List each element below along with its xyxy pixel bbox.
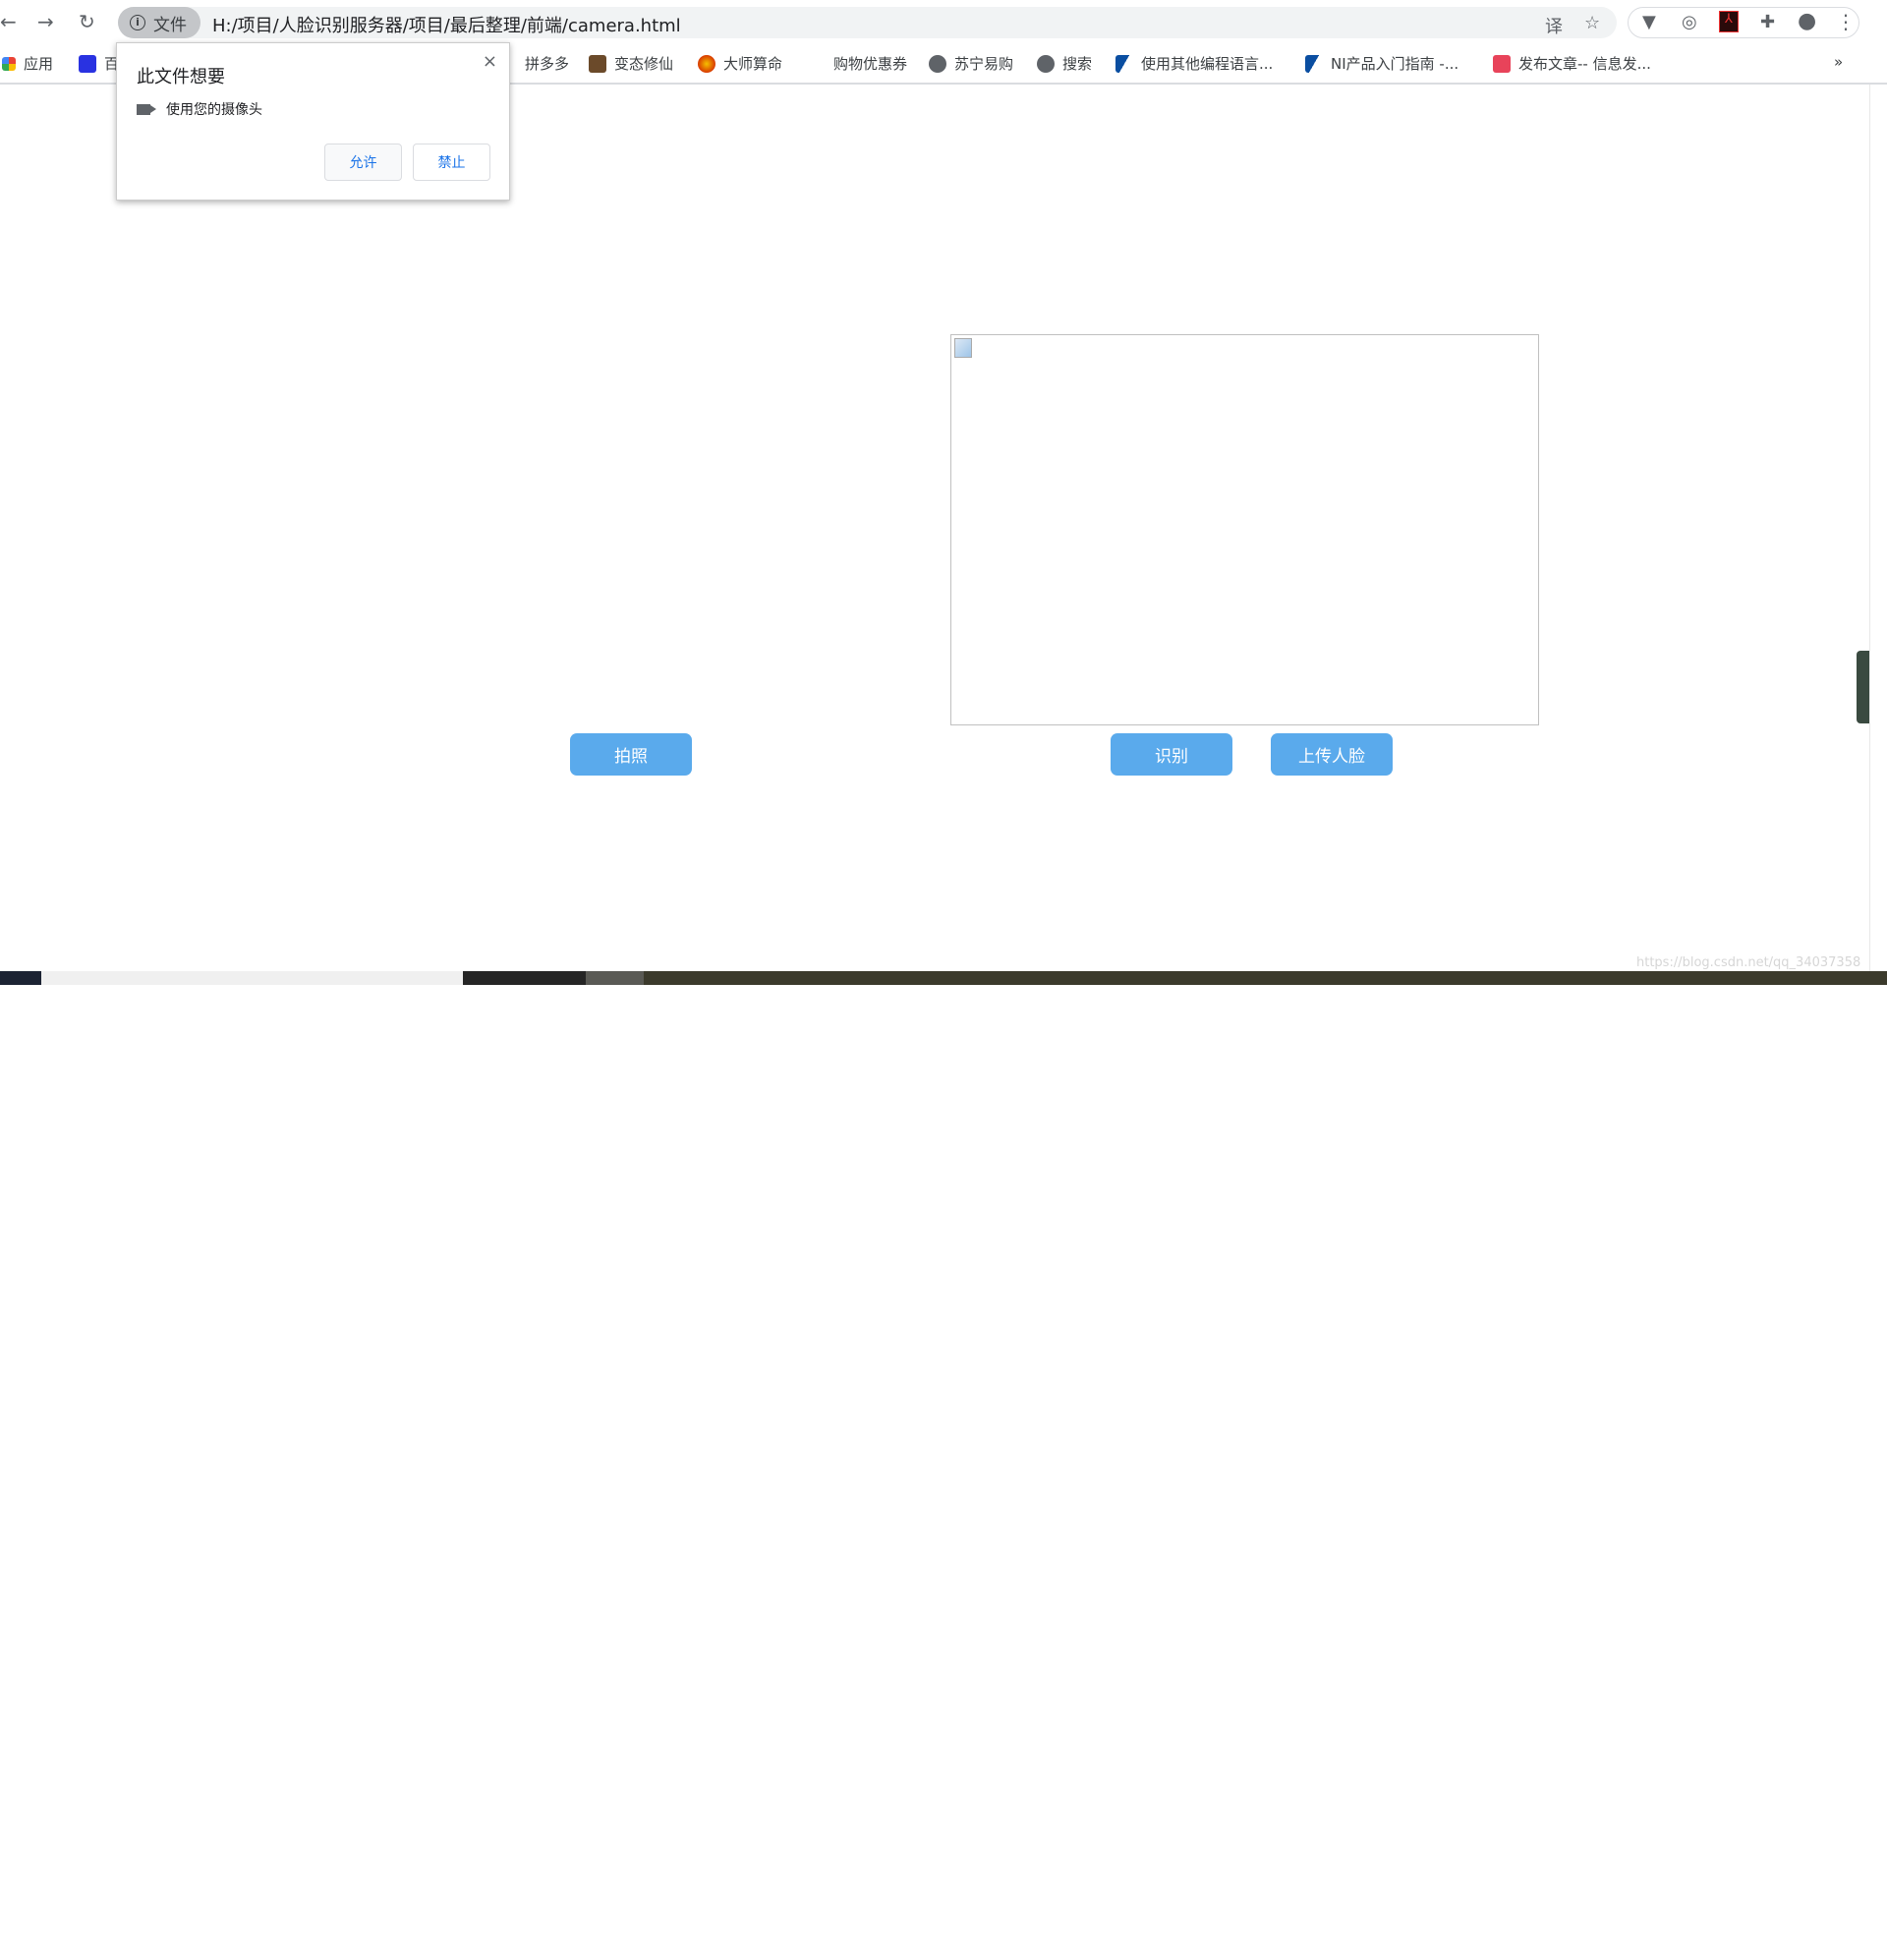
bookmark-fortune[interactable]: 大师算命 — [698, 53, 782, 74]
csdn-icon — [1493, 54, 1511, 73]
recognize-button[interactable]: 识别 — [1111, 733, 1232, 776]
taskbar-clock: 17:25 — [1738, 1946, 1772, 1960]
popup-title: 此文件想要 — [137, 67, 225, 87]
bookmark-ni-2[interactable]: NI产品入门指南 -... — [1305, 53, 1458, 74]
bookmark-suning[interactable]: 苏宁易购 — [929, 53, 1013, 74]
side-panel-handle[interactable] — [1857, 651, 1869, 723]
vue-devtools-icon[interactable]: ▼ — [1642, 12, 1656, 32]
allow-button[interactable]: 允许 — [324, 144, 402, 181]
permission-item: 使用您的摄像头 — [137, 99, 262, 119]
address-bar[interactable]: i 文件 H:/项目/人脸识别服务器/项目/最后整理/前端/camera.htm… — [118, 7, 1617, 38]
watermark: https://blog.csdn.net/qq_34037358 — [1636, 955, 1861, 970]
back-icon[interactable]: ← — [0, 10, 17, 33]
url-text[interactable]: H:/项目/人脸识别服务器/项目/最后整理/前端/camera.html — [212, 12, 681, 37]
puzzle-icon[interactable]: ✚ — [1760, 12, 1775, 32]
star-icon[interactable]: ☆ — [1584, 13, 1600, 33]
ni-logo-icon — [1305, 54, 1323, 73]
profile-icon[interactable]: ● — [1798, 9, 1816, 33]
extensions-area: ▼ ◎ ⅄ ✚ ● — [1628, 7, 1859, 38]
captured-image — [950, 334, 1539, 725]
camera-permission-popup: 此文件想要 × 使用您的摄像头 允许 禁止 — [116, 42, 510, 201]
forward-icon[interactable]: → — [37, 10, 54, 33]
ni-logo-icon — [1115, 54, 1133, 73]
capture-button[interactable]: 拍照 — [570, 733, 692, 776]
block-button[interactable]: 禁止 — [413, 144, 490, 181]
baidu-paw-icon — [79, 54, 96, 73]
camera-icon — [137, 103, 156, 115]
game-icon — [589, 54, 606, 73]
broken-image-icon — [954, 338, 972, 358]
apps-grid-icon — [2, 56, 16, 71]
site-info-chip[interactable]: i 文件 — [118, 7, 200, 38]
close-icon[interactable]: × — [483, 51, 497, 72]
bookmarks-more[interactable]: » — [1834, 53, 1843, 71]
bookmark-search[interactable]: 搜索 — [1037, 53, 1092, 74]
globe-icon — [1037, 54, 1055, 73]
bookmark-pinduoduo[interactable]: 拼多多 — [525, 53, 569, 74]
pdf-icon[interactable]: ⅄ — [1719, 11, 1739, 32]
extension-icon[interactable]: ◎ — [1682, 12, 1697, 32]
page-scrollbar[interactable] — [1869, 85, 1887, 971]
yin-yang-icon — [698, 54, 715, 73]
info-icon: i — [130, 15, 145, 30]
bookmark-ni-1[interactable]: 使用其他编程语言... — [1115, 53, 1273, 74]
bookmark-apps[interactable]: 应用 — [2, 53, 53, 74]
bookmark-coupons[interactable]: 购物优惠券 — [833, 53, 907, 74]
reload-icon[interactable]: ↻ — [79, 10, 95, 33]
menu-icon[interactable]: ⋮ — [1836, 10, 1856, 33]
globe-icon — [929, 54, 946, 73]
taskbar-search-box[interactable] — [41, 971, 463, 985]
taskbar-active-app[interactable] — [586, 971, 644, 985]
translate-icon[interactable]: 译 — [1545, 13, 1563, 38]
taskbar: 17:25 — [0, 971, 1887, 1960]
start-button[interactable] — [0, 971, 41, 985]
bookmark-game[interactable]: 变态修仙 — [589, 53, 673, 74]
upload-face-button[interactable]: 上传人脸 — [1271, 733, 1393, 776]
bookmark-baidu[interactable]: 百 — [79, 53, 119, 74]
taskbar-apps — [463, 971, 586, 985]
bookmark-csdn[interactable]: 发布文章-- 信息发... — [1493, 53, 1651, 74]
browser-toolbar: ← → ↻ i 文件 H:/项目/人脸识别服务器/项目/最后整理/前端/came… — [0, 0, 1887, 43]
